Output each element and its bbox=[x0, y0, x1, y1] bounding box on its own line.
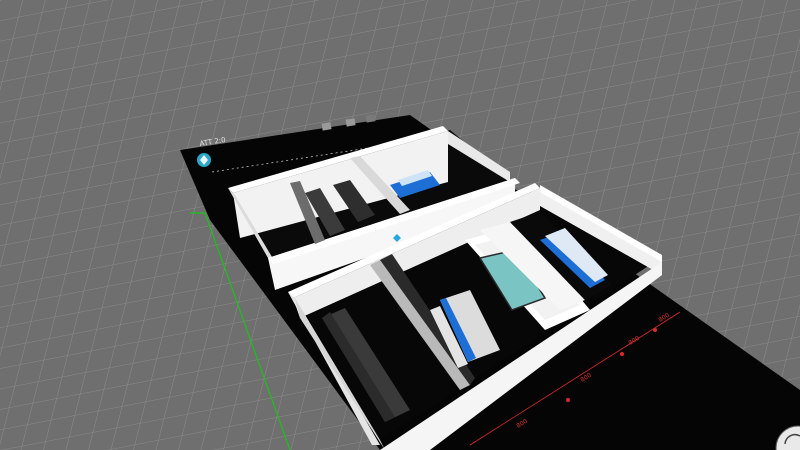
layers-icon[interactable] bbox=[345, 118, 356, 127]
settings-icon[interactable] bbox=[321, 122, 332, 131]
3d-viewport[interactable]: ATT 2:0 800 800 800 800 bbox=[0, 0, 800, 450]
more-icon[interactable] bbox=[365, 114, 376, 123]
